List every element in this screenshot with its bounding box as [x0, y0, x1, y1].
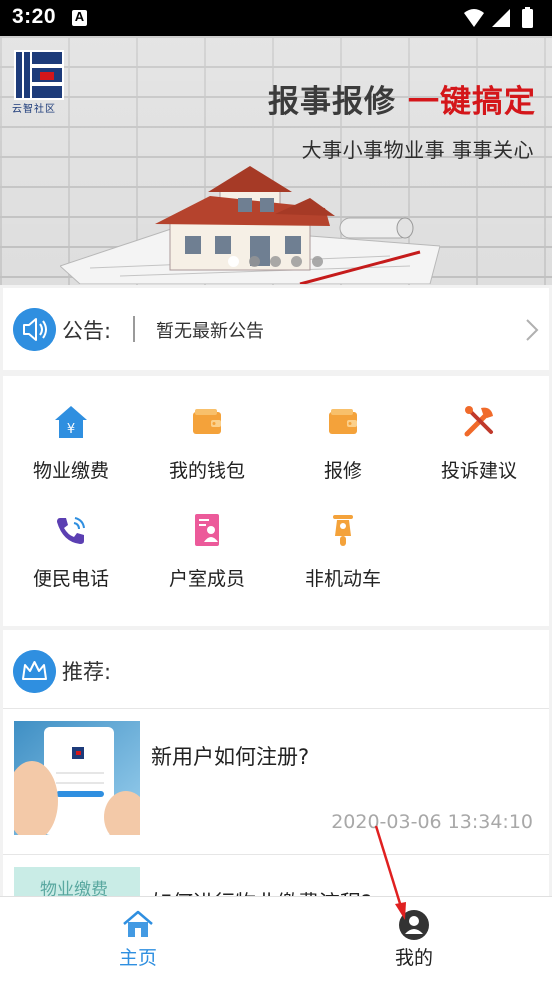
tab-home-label: 主页	[118, 947, 157, 969]
service-label: 物业缴费	[32, 460, 109, 482]
carousel-dot[interactable]	[270, 256, 281, 267]
recommend-title: 推荐:	[62, 660, 112, 684]
service-hotline[interactable]: 便民电话	[3, 484, 139, 594]
service-complaint[interactable]: 投诉建议	[411, 376, 547, 486]
article-thumbnail	[14, 721, 140, 835]
service-label: 非机动车	[304, 568, 381, 590]
divider	[133, 316, 135, 342]
service-label: 我的钱包	[168, 460, 245, 482]
carousel-dot[interactable]	[228, 256, 239, 267]
wallet-repair-icon	[329, 409, 357, 434]
notice-label: 公告:	[62, 319, 112, 343]
battery-icon	[522, 7, 533, 28]
notification-icon: A	[72, 9, 87, 26]
carousel-indicator	[228, 252, 333, 267]
community-logo-icon	[14, 50, 64, 100]
tools-icon	[464, 406, 493, 437]
signal-icon	[492, 9, 510, 27]
banner-carousel[interactable]: 云智社区 报事报修 一键搞定 大事小事物业事 事事关心	[0, 36, 552, 285]
carousel-dot[interactable]	[291, 256, 302, 267]
recommend-section: 推荐: 新用户如何注册? 2020-03-06 13:34:10 物业缴费	[3, 630, 549, 896]
status-icons	[464, 7, 533, 28]
member-card-icon	[195, 514, 219, 546]
user-icon	[399, 910, 429, 940]
home-icon	[123, 910, 153, 937]
wallet-icon	[193, 409, 221, 434]
article-title: 如何进行物业缴费流程?	[151, 887, 372, 896]
carousel-dot[interactable]	[249, 256, 260, 267]
banner-title: 报事报修 一键搞定	[268, 84, 536, 120]
service-property-fee[interactable]: ¥ 物业缴费	[3, 376, 139, 486]
wifi-icon	[464, 9, 484, 27]
tab-mine[interactable]: 我的	[344, 897, 484, 981]
svg-text:物业缴费: 物业缴费	[40, 880, 108, 896]
notice-text: 暂无最新公告	[156, 321, 264, 342]
svg-text:¥: ¥	[67, 422, 75, 437]
logo-text: 云智社区	[12, 104, 56, 115]
service-label: 户室成员	[168, 568, 245, 590]
carousel-dot[interactable]	[312, 256, 323, 267]
bottom-nav: 主页 我的	[0, 896, 552, 981]
status-time: 3:20	[12, 5, 57, 28]
list-item[interactable]: 新用户如何注册? 2020-03-06 13:34:10	[3, 709, 549, 854]
chevron-right-icon	[526, 319, 539, 341]
article-title: 新用户如何注册?	[151, 745, 310, 769]
tab-home[interactable]: 主页	[68, 897, 208, 981]
article-thumbnail: 物业缴费	[14, 867, 140, 896]
speaker-icon	[13, 308, 56, 351]
house-fee-icon: ¥	[55, 406, 87, 438]
scooter-icon	[333, 515, 353, 546]
list-item[interactable]: 物业缴费 如何进行物业缴费流程?	[3, 855, 549, 896]
service-label: 报修	[323, 460, 362, 482]
article-date: 2020-03-06 13:34:10	[331, 811, 533, 833]
tab-mine-label: 我的	[394, 947, 433, 969]
service-wallet[interactable]: 我的钱包	[139, 376, 275, 486]
service-label: 便民电话	[32, 568, 109, 590]
service-bicycle[interactable]: 非机动车	[275, 484, 411, 594]
phone-icon	[57, 517, 85, 544]
service-label: 投诉建议	[440, 460, 517, 482]
service-repair[interactable]: 报修	[275, 376, 411, 486]
crown-icon	[13, 650, 56, 693]
services-grid: ¥ 物业缴费 我的钱包 报修 投诉建议 便民电话 户室成员 非机动车	[3, 376, 549, 626]
status-bar: 3:20 A	[0, 0, 552, 36]
service-members[interactable]: 户室成员	[139, 484, 275, 594]
notice-bar[interactable]: 公告: 暂无最新公告	[3, 288, 549, 370]
